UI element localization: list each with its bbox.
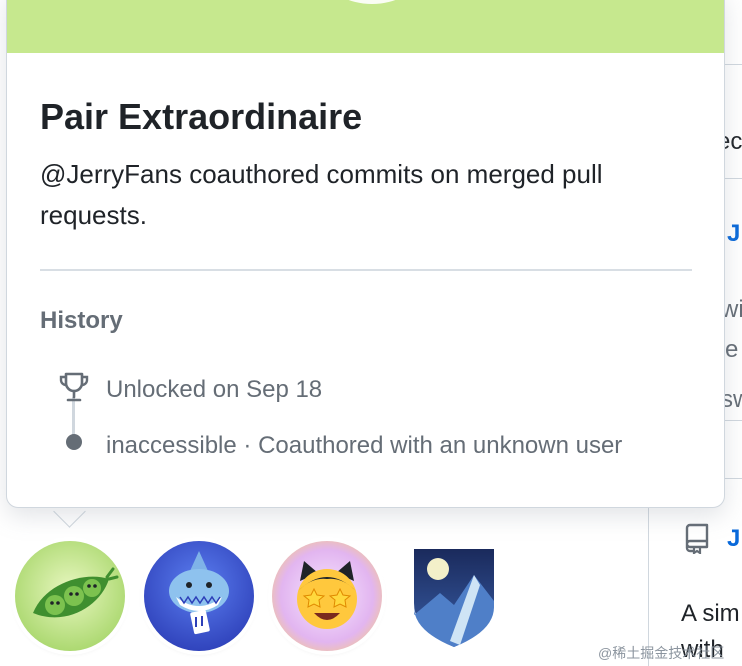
shark-icon <box>144 541 254 651</box>
starstruck-cat-icon <box>272 541 382 651</box>
background-text: e <box>725 336 739 363</box>
achievement-shark[interactable] <box>144 541 254 651</box>
history-heading: History <box>40 307 123 334</box>
achievement-star-struck[interactable] <box>272 541 382 651</box>
mountain-shield-icon[interactable] <box>410 545 498 649</box>
achievement-banner <box>7 0 724 53</box>
divider <box>40 269 692 271</box>
background-link[interactable]: J <box>727 525 740 553</box>
watermark: @稀土掘金技术社区 <box>598 645 725 661</box>
achievement-description: @JerryFans coauthored commits on merged … <box>40 159 603 230</box>
achievement-title: Pair Extraordinaire <box>40 96 363 137</box>
achievement-popover: Pair Extraordinaire @JerryFans coauthore… <box>6 0 725 508</box>
banner-badge-shape <box>327 0 417 4</box>
history-event-unlocked: Unlocked on Sep 18 <box>106 376 323 403</box>
trophy-icon <box>59 372 89 402</box>
repo-icon <box>685 523 709 554</box>
background-link[interactable]: J <box>727 220 740 248</box>
achievement-pair-extraordinaire[interactable] <box>15 541 125 651</box>
dot-icon <box>66 434 82 450</box>
background-text: A sim <box>681 600 740 627</box>
history-event-coauthored[interactable]: inaccessible · Coauthored with an unknow… <box>106 432 622 460</box>
peapod-icon <box>15 541 125 651</box>
